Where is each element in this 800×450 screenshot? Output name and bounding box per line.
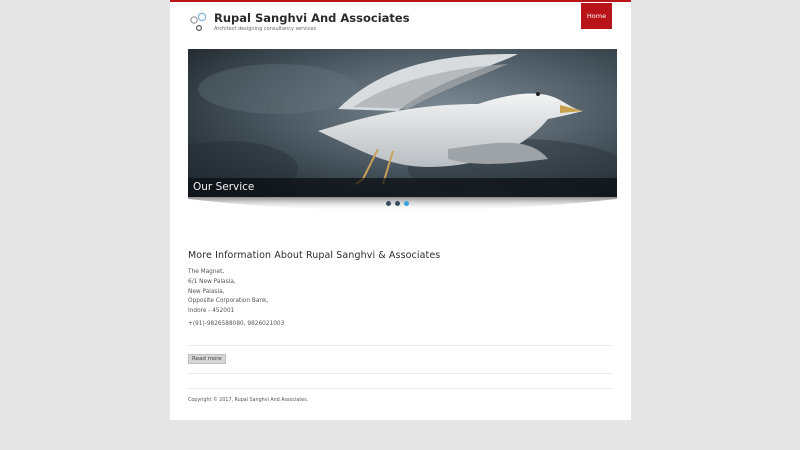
slider-pagination [386, 201, 409, 206]
slider-dot-2[interactable] [395, 201, 400, 206]
phone-numbers: +(91)-9826588080, 9826021003 [188, 321, 285, 327]
divider [188, 373, 613, 374]
slide-caption[interactable]: Our Service [188, 178, 617, 197]
image-slider[interactable]: Our Service [188, 49, 617, 197]
slide-image [188, 49, 617, 197]
read-more-button[interactable]: Read more [188, 354, 226, 364]
address-line: Opposite Corporation Bank, [188, 298, 269, 305]
nav-home-button[interactable]: Home [581, 3, 612, 29]
copyright-text: Copyright © 2017, Rupal Sanghvi And Asso… [188, 398, 309, 403]
address-line: Indore - 452001 [188, 308, 235, 315]
page-container: Rupal Sanghvi And Associates Architect d… [170, 0, 631, 420]
address-line: 6/1 New Palasia, [188, 278, 236, 285]
logo-icon [190, 12, 207, 32]
site-tagline: Architect designing consultancy services [214, 26, 317, 32]
slider-shadow [188, 197, 617, 211]
slider-dot-1[interactable] [386, 201, 391, 206]
divider [188, 345, 613, 346]
address-line: The Magnet, [188, 269, 225, 275]
address-block: The Magnet, 6/1 New Palasia, New Palasia… [188, 268, 268, 317]
section-heading: More Information About Rupal Sanghvi & A… [188, 250, 441, 261]
address-line: New Palasia, [188, 288, 225, 295]
site-title[interactable]: Rupal Sanghvi And Associates [214, 11, 410, 25]
divider [188, 388, 613, 389]
slider-dot-3[interactable] [404, 201, 409, 206]
